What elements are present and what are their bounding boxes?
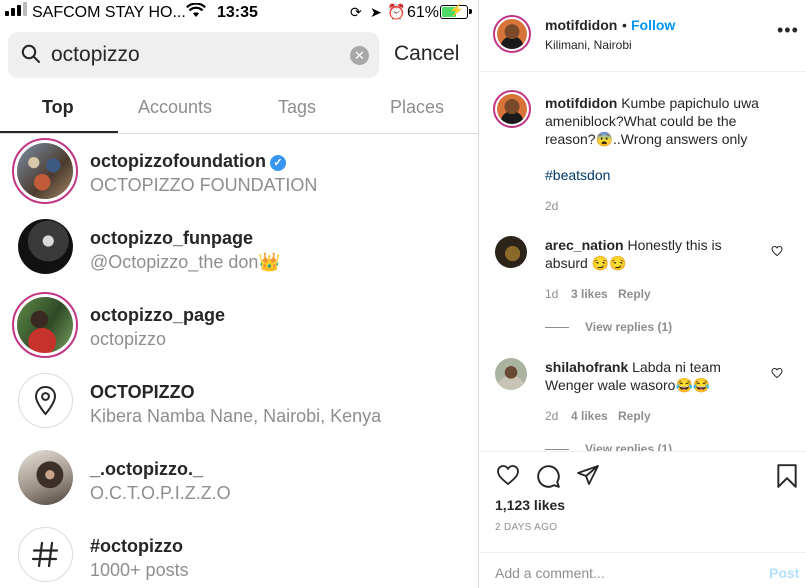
tab-top[interactable]: Top xyxy=(42,97,74,118)
result-name: octopizzo_page xyxy=(90,305,226,325)
wifi-icon xyxy=(186,2,206,24)
caption-hashtag[interactable]: #beatsdon xyxy=(545,167,610,183)
post-comment-button[interactable]: Post xyxy=(769,565,799,581)
location-arrow-icon: ➤ xyxy=(370,4,382,20)
avatar xyxy=(12,138,78,204)
caption-username[interactable]: motifdidon xyxy=(545,95,617,111)
avatar xyxy=(18,219,73,274)
result-subtitle: @Octopizzo_the don👑 xyxy=(90,252,281,272)
post-timestamp: 2 DAYS AGO xyxy=(495,522,558,533)
like-comment-heart-icon[interactable] xyxy=(771,244,783,262)
carrier-name: SAFCOM STAY HO... xyxy=(32,4,186,21)
avatar[interactable] xyxy=(495,236,527,268)
comment-time: 2d xyxy=(545,409,559,423)
post-panel: motifdidon • Follow Kilimani, Nairobi ••… xyxy=(478,0,806,588)
search-bar[interactable]: ✕ xyxy=(8,32,379,78)
comment-likes[interactable]: 4 likes xyxy=(571,409,608,423)
view-replies-button[interactable]: View replies (1) xyxy=(585,442,672,451)
hashtag-icon xyxy=(18,527,73,582)
search-results: octopizzofoundation ✓ OCTOPIZZO FOUNDATIO… xyxy=(0,134,478,588)
result-item[interactable]: octopizzo_page octopizzo xyxy=(0,288,478,365)
divider xyxy=(545,327,569,328)
search-icon xyxy=(21,44,41,69)
add-comment-bar: Post xyxy=(479,552,806,588)
save-bookmark-icon[interactable] xyxy=(776,463,798,489)
comment: arec_nation Honestly this is absurd 😏😏 xyxy=(545,236,765,272)
rotation-lock-icon: ⟳ xyxy=(350,4,362,20)
result-item[interactable]: _.octopizzo._ O.C.T.O.P.I.Z.Z.O xyxy=(0,442,478,519)
comment-username[interactable]: shilahofrank xyxy=(545,359,628,375)
result-name: octopizzo_funpage xyxy=(90,228,253,248)
add-comment-input[interactable] xyxy=(495,563,745,583)
likes-count[interactable]: 1,123 likes xyxy=(495,497,565,513)
search-screen: SAFCOM STAY HO... 13:35 ⟳ ➤ ⏰ 61% ⚡ ✕ Ca… xyxy=(0,0,478,588)
view-replies-button[interactable]: View replies (1) xyxy=(585,320,672,334)
comments-section: motifdidon Kumbe papichulo uwa amenibloc… xyxy=(479,73,806,451)
active-tab-indicator xyxy=(0,131,118,133)
status-bar: SAFCOM STAY HO... 13:35 ⟳ ➤ ⏰ 61% ⚡ xyxy=(0,0,478,26)
result-item[interactable]: OCTOPIZZO Kibera Namba Nane, Nairobi, Ke… xyxy=(0,365,478,442)
comment-username[interactable]: arec_nation xyxy=(545,237,624,253)
comment-bubble-icon[interactable] xyxy=(535,463,561,489)
battery-percent: 61% xyxy=(407,4,440,21)
clear-search-icon[interactable]: ✕ xyxy=(350,46,369,65)
reply-button[interactable]: Reply xyxy=(618,409,651,423)
like-heart-icon[interactable] xyxy=(495,463,521,487)
search-input[interactable] xyxy=(51,40,331,70)
post-header: motifdidon • Follow Kilimani, Nairobi ••… xyxy=(479,0,806,72)
caption: motifdidon Kumbe papichulo uwa amenibloc… xyxy=(545,94,785,148)
cancel-button[interactable]: Cancel xyxy=(394,42,459,66)
share-paper-plane-icon[interactable] xyxy=(575,463,601,487)
separator-dot: • xyxy=(622,17,627,33)
divider xyxy=(545,449,569,450)
tab-tags[interactable]: Tags xyxy=(278,97,316,118)
post-location[interactable]: Kilimani, Nairobi xyxy=(545,38,632,52)
result-item[interactable]: octopizzo_funpage @Octopizzo_the don👑 xyxy=(0,211,478,288)
post-actions: 1,123 likes 2 DAYS AGO xyxy=(479,451,806,544)
avatar xyxy=(18,450,73,505)
search-tabs: Top Accounts Tags Places xyxy=(0,86,478,134)
more-options-icon[interactable]: ••• xyxy=(777,20,799,41)
result-name: #octopizzo xyxy=(90,536,183,556)
follow-button[interactable]: Follow xyxy=(631,17,675,33)
result-subtitle: octopizzo xyxy=(90,329,167,349)
avatar[interactable] xyxy=(495,358,527,390)
result-subtitle: O.C.T.O.P.I.Z.Z.O xyxy=(90,483,231,503)
result-name: OCTOPIZZO xyxy=(90,382,195,402)
comment-time: 1d xyxy=(545,287,559,301)
comment-likes[interactable]: 3 likes xyxy=(571,287,608,301)
result-name: _.octopizzo._ xyxy=(90,459,204,479)
comment: shilahofrank Labda ni team Wenger wale w… xyxy=(545,358,745,394)
caption-time: 2d xyxy=(545,199,559,213)
charging-bolt-icon: ⚡ xyxy=(449,3,464,17)
result-item[interactable]: #octopizzo 1000+ posts xyxy=(0,519,478,588)
result-item[interactable]: octopizzofoundation ✓ OCTOPIZZO FOUNDATIO… xyxy=(0,134,478,211)
result-name: octopizzofoundation ✓ xyxy=(90,151,286,172)
verified-badge-icon: ✓ xyxy=(269,155,286,171)
result-subtitle: 1000+ posts xyxy=(90,560,189,580)
clock: 13:35 xyxy=(217,4,258,21)
result-subtitle: Kibera Namba Nane, Nairobi, Kenya xyxy=(90,406,382,426)
result-subtitle: OCTOPIZZO FOUNDATION xyxy=(90,175,318,195)
location-pin-icon xyxy=(18,373,73,428)
like-comment-heart-icon[interactable] xyxy=(771,366,783,384)
avatar[interactable] xyxy=(493,90,531,128)
alarm-icon: ⏰ xyxy=(387,4,406,21)
battery-icon: ⚡ xyxy=(440,3,472,19)
tab-accounts[interactable]: Accounts xyxy=(138,97,212,118)
avatar[interactable] xyxy=(493,15,531,53)
reply-button[interactable]: Reply xyxy=(618,287,651,301)
tab-places[interactable]: Places xyxy=(390,97,444,118)
post-username[interactable]: motifdidon xyxy=(545,17,617,33)
avatar xyxy=(12,292,78,358)
